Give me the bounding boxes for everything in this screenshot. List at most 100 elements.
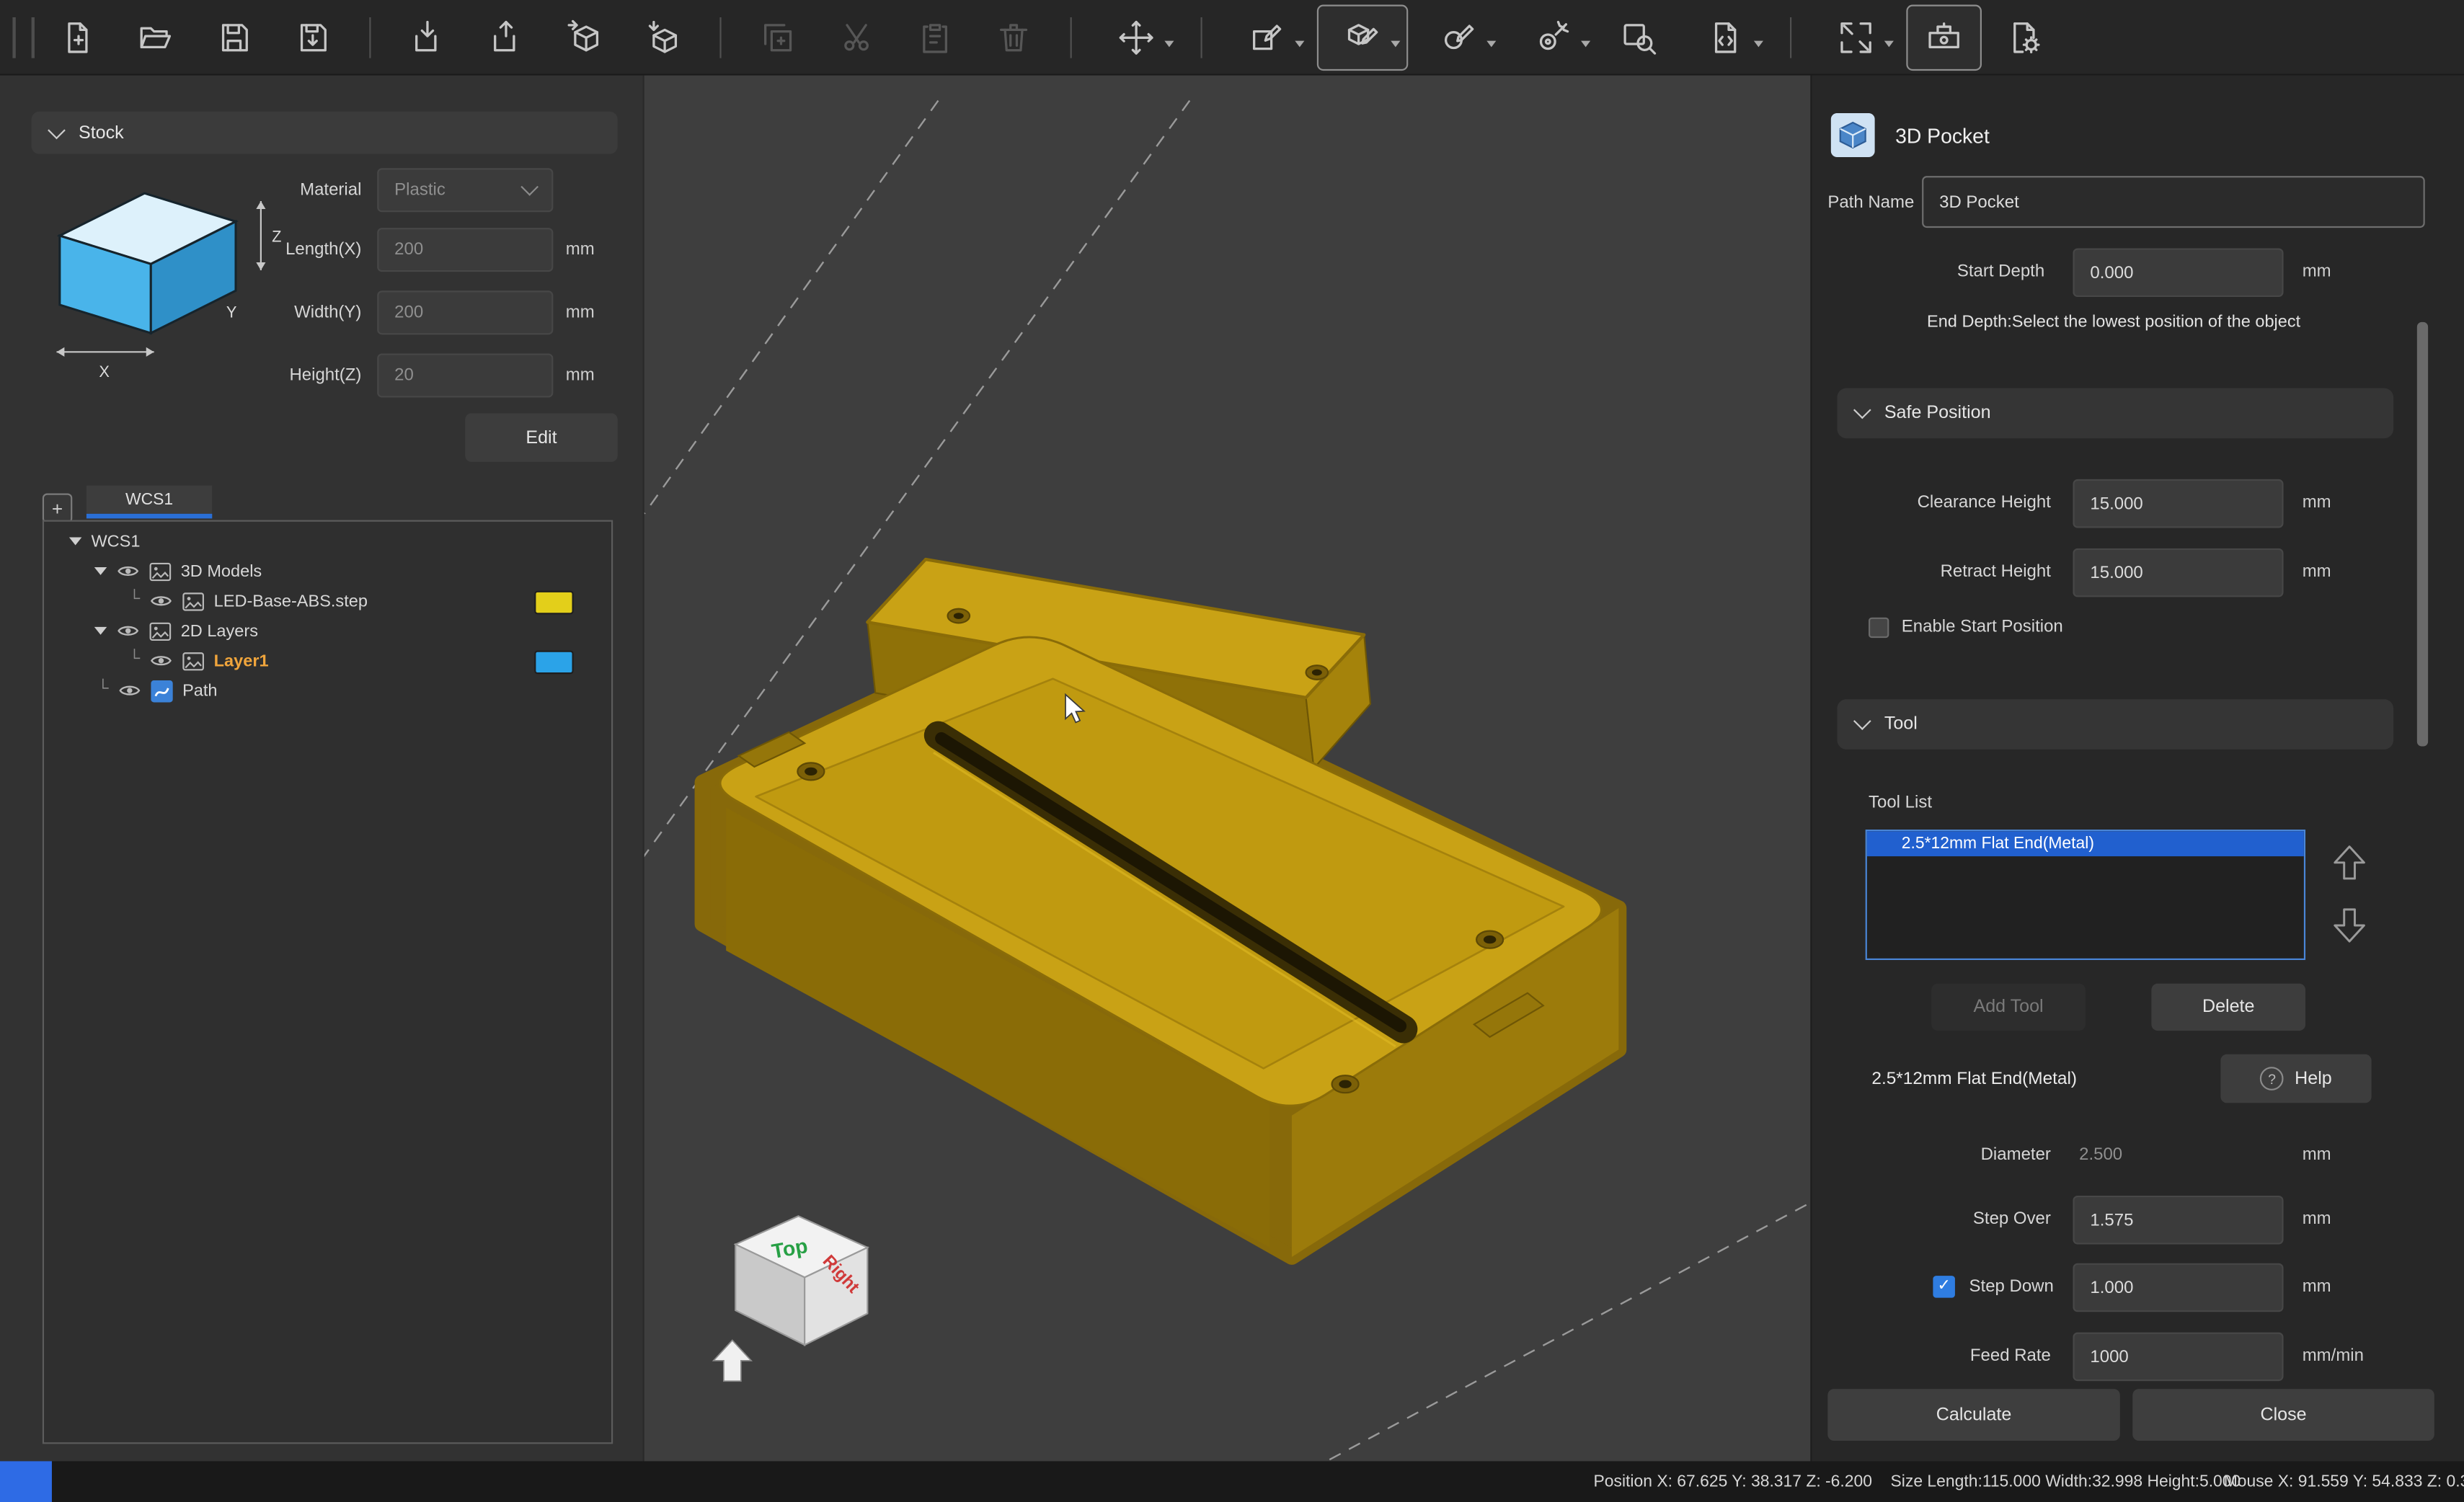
- app-logo: [0, 1461, 52, 1502]
- retract-height-input[interactable]: [2073, 548, 2283, 597]
- tree-item-wcs1[interactable]: WCS1: [44, 526, 611, 556]
- export-vector-icon: [487, 18, 525, 55]
- help-button-label: Help: [2295, 1069, 2332, 1088]
- stock-section-header[interactable]: Stock: [32, 112, 618, 154]
- path-name-input[interactable]: [1922, 176, 2425, 228]
- close-button[interactable]: Close: [2132, 1389, 2434, 1441]
- toolpath-preview-icon: [1621, 18, 1658, 55]
- dropdown-arrow-icon[interactable]: [1581, 40, 1590, 47]
- toolpath-rest-button[interactable]: [1414, 6, 1502, 68]
- tool-section-header[interactable]: Tool: [1837, 699, 2393, 750]
- feed-rate-input[interactable]: [2073, 1333, 2283, 1382]
- dropdown-arrow-icon[interactable]: [1884, 40, 1894, 47]
- edit-stock-button[interactable]: Edit: [465, 413, 617, 462]
- eye-icon[interactable]: [116, 622, 140, 639]
- dropdown-arrow-icon[interactable]: [1486, 40, 1496, 47]
- toolbar-separator: [1201, 17, 1202, 58]
- tree-connector: └: [129, 591, 140, 608]
- import-vector-icon: [409, 18, 446, 55]
- step-over-input[interactable]: [2073, 1196, 2283, 1245]
- tree-item-led-base-abs-step[interactable]: └LED-Base-ABS.step: [44, 586, 611, 616]
- machine-button[interactable]: [1906, 4, 1982, 70]
- tool-section-label: Tool: [1884, 715, 1918, 734]
- toolpath-2d-button[interactable]: [1223, 6, 1311, 68]
- safe-position-section-header[interactable]: Safe Position: [1837, 388, 2393, 438]
- save-button[interactable]: [198, 6, 270, 68]
- eye-icon[interactable]: [118, 682, 142, 699]
- toolbar-separator: [1071, 17, 1072, 58]
- eye-icon[interactable]: [116, 562, 140, 579]
- dropdown-arrow-icon[interactable]: [1295, 40, 1304, 47]
- tree-connector: └: [129, 651, 140, 668]
- start-depth-input[interactable]: [2073, 248, 2283, 297]
- eye-icon[interactable]: [149, 592, 173, 610]
- home-view-arrow-icon[interactable]: [714, 1341, 751, 1382]
- tree-item-path[interactable]: └Path: [44, 675, 611, 705]
- viewport-canvas[interactable]: Top Right: [644, 76, 1811, 1462]
- tree-item-layer1[interactable]: └Layer1: [44, 646, 611, 675]
- expander-icon[interactable]: [94, 627, 107, 635]
- open-file-button[interactable]: [120, 6, 192, 68]
- step-down-input[interactable]: [2073, 1263, 2283, 1312]
- width-y-input[interactable]: [377, 290, 553, 334]
- diameter-value: 2.500: [2079, 1145, 2122, 1164]
- layer-color-swatch[interactable]: [534, 591, 574, 615]
- step-down-checkbox[interactable]: ✓: [1933, 1276, 1955, 1298]
- toolbar-separator: [1790, 17, 1791, 58]
- material-select[interactable]: Plastic: [377, 168, 553, 212]
- viewport[interactable]: Top Right: [644, 76, 1811, 1462]
- toolpath-3d-pocket-button[interactable]: [1317, 4, 1408, 70]
- clearance-height-input[interactable]: [2073, 479, 2283, 528]
- tree-item-3d-models[interactable]: 3D Models: [44, 556, 611, 586]
- export-model-button[interactable]: [627, 6, 699, 68]
- expander-icon[interactable]: [69, 538, 81, 546]
- stock-section-label: Stock: [79, 123, 124, 142]
- post-process-button[interactable]: [1988, 6, 2060, 68]
- length-x-input[interactable]: [377, 228, 553, 272]
- calculate-button[interactable]: Calculate: [1827, 1389, 2119, 1441]
- layer-color-swatch[interactable]: [534, 651, 574, 675]
- fit-view-icon: [1837, 18, 1874, 55]
- tree-item-2d-layers[interactable]: 2D Layers: [44, 616, 611, 646]
- move-tool-up-button[interactable]: [2328, 839, 2372, 886]
- selected-tool-label: 2.5*12mm Flat End(Metal): [1871, 1070, 2077, 1089]
- toolpath-preview-button[interactable]: [1603, 6, 1675, 68]
- view-cube[interactable]: Top Right: [735, 1216, 867, 1345]
- model-led-base[interactable]: [702, 559, 1618, 1257]
- gcode-button[interactable]: [1682, 6, 1770, 68]
- eye-icon[interactable]: [149, 652, 173, 670]
- help-button[interactable]: ? Help: [2220, 1054, 2371, 1103]
- export-vector-button[interactable]: [470, 6, 542, 68]
- dropdown-arrow-icon[interactable]: [1754, 40, 1763, 47]
- expander-icon[interactable]: [94, 567, 107, 575]
- tool-list[interactable]: 2.5*12mm Flat End(Metal): [1866, 830, 2305, 960]
- new-file-icon: [58, 18, 96, 55]
- question-mark-icon: ?: [2260, 1067, 2284, 1090]
- collapse-chevron-icon: [48, 121, 66, 139]
- toolbar-items: [41, 4, 2060, 70]
- tool-list-item[interactable]: 2.5*12mm Flat End(Metal): [1867, 831, 2304, 856]
- new-file-button[interactable]: [41, 6, 113, 68]
- save-as-button[interactable]: [277, 6, 349, 68]
- image-icon: [182, 652, 205, 670]
- transform-button[interactable]: [1092, 6, 1180, 68]
- enable-start-position-checkbox[interactable]: [1869, 618, 1889, 638]
- add-wcs-tab-button[interactable]: +: [43, 494, 72, 523]
- toolbar-grip[interactable]: [12, 17, 35, 58]
- height-z-input[interactable]: [377, 354, 553, 398]
- fit-view-button[interactable]: [1812, 6, 1900, 68]
- dropdown-arrow-icon[interactable]: [1164, 40, 1174, 47]
- import-model-button[interactable]: [549, 6, 621, 68]
- tree-item-label: 2D Layers: [181, 621, 258, 640]
- status-size: Size Length:115.000 Width:32.998 Height:…: [1891, 1472, 2241, 1491]
- tab-wcs1[interactable]: WCS1: [87, 486, 212, 514]
- application-window: Stock Z Y X Material Plastic Length(X) m…: [0, 0, 2464, 1502]
- delete-tool-button[interactable]: Delete: [2151, 984, 2305, 1031]
- cut-icon: [838, 18, 875, 55]
- panel-scrollbar[interactable]: [2417, 322, 2428, 747]
- move-tool-down-button[interactable]: [2328, 902, 2372, 948]
- left-panel: Stock Z Y X Material Plastic Length(X) m…: [0, 76, 644, 1462]
- dropdown-arrow-icon[interactable]: [1391, 40, 1400, 47]
- toolpath-drill-button[interactable]: [1509, 6, 1597, 68]
- import-vector-button[interactable]: [391, 6, 464, 68]
